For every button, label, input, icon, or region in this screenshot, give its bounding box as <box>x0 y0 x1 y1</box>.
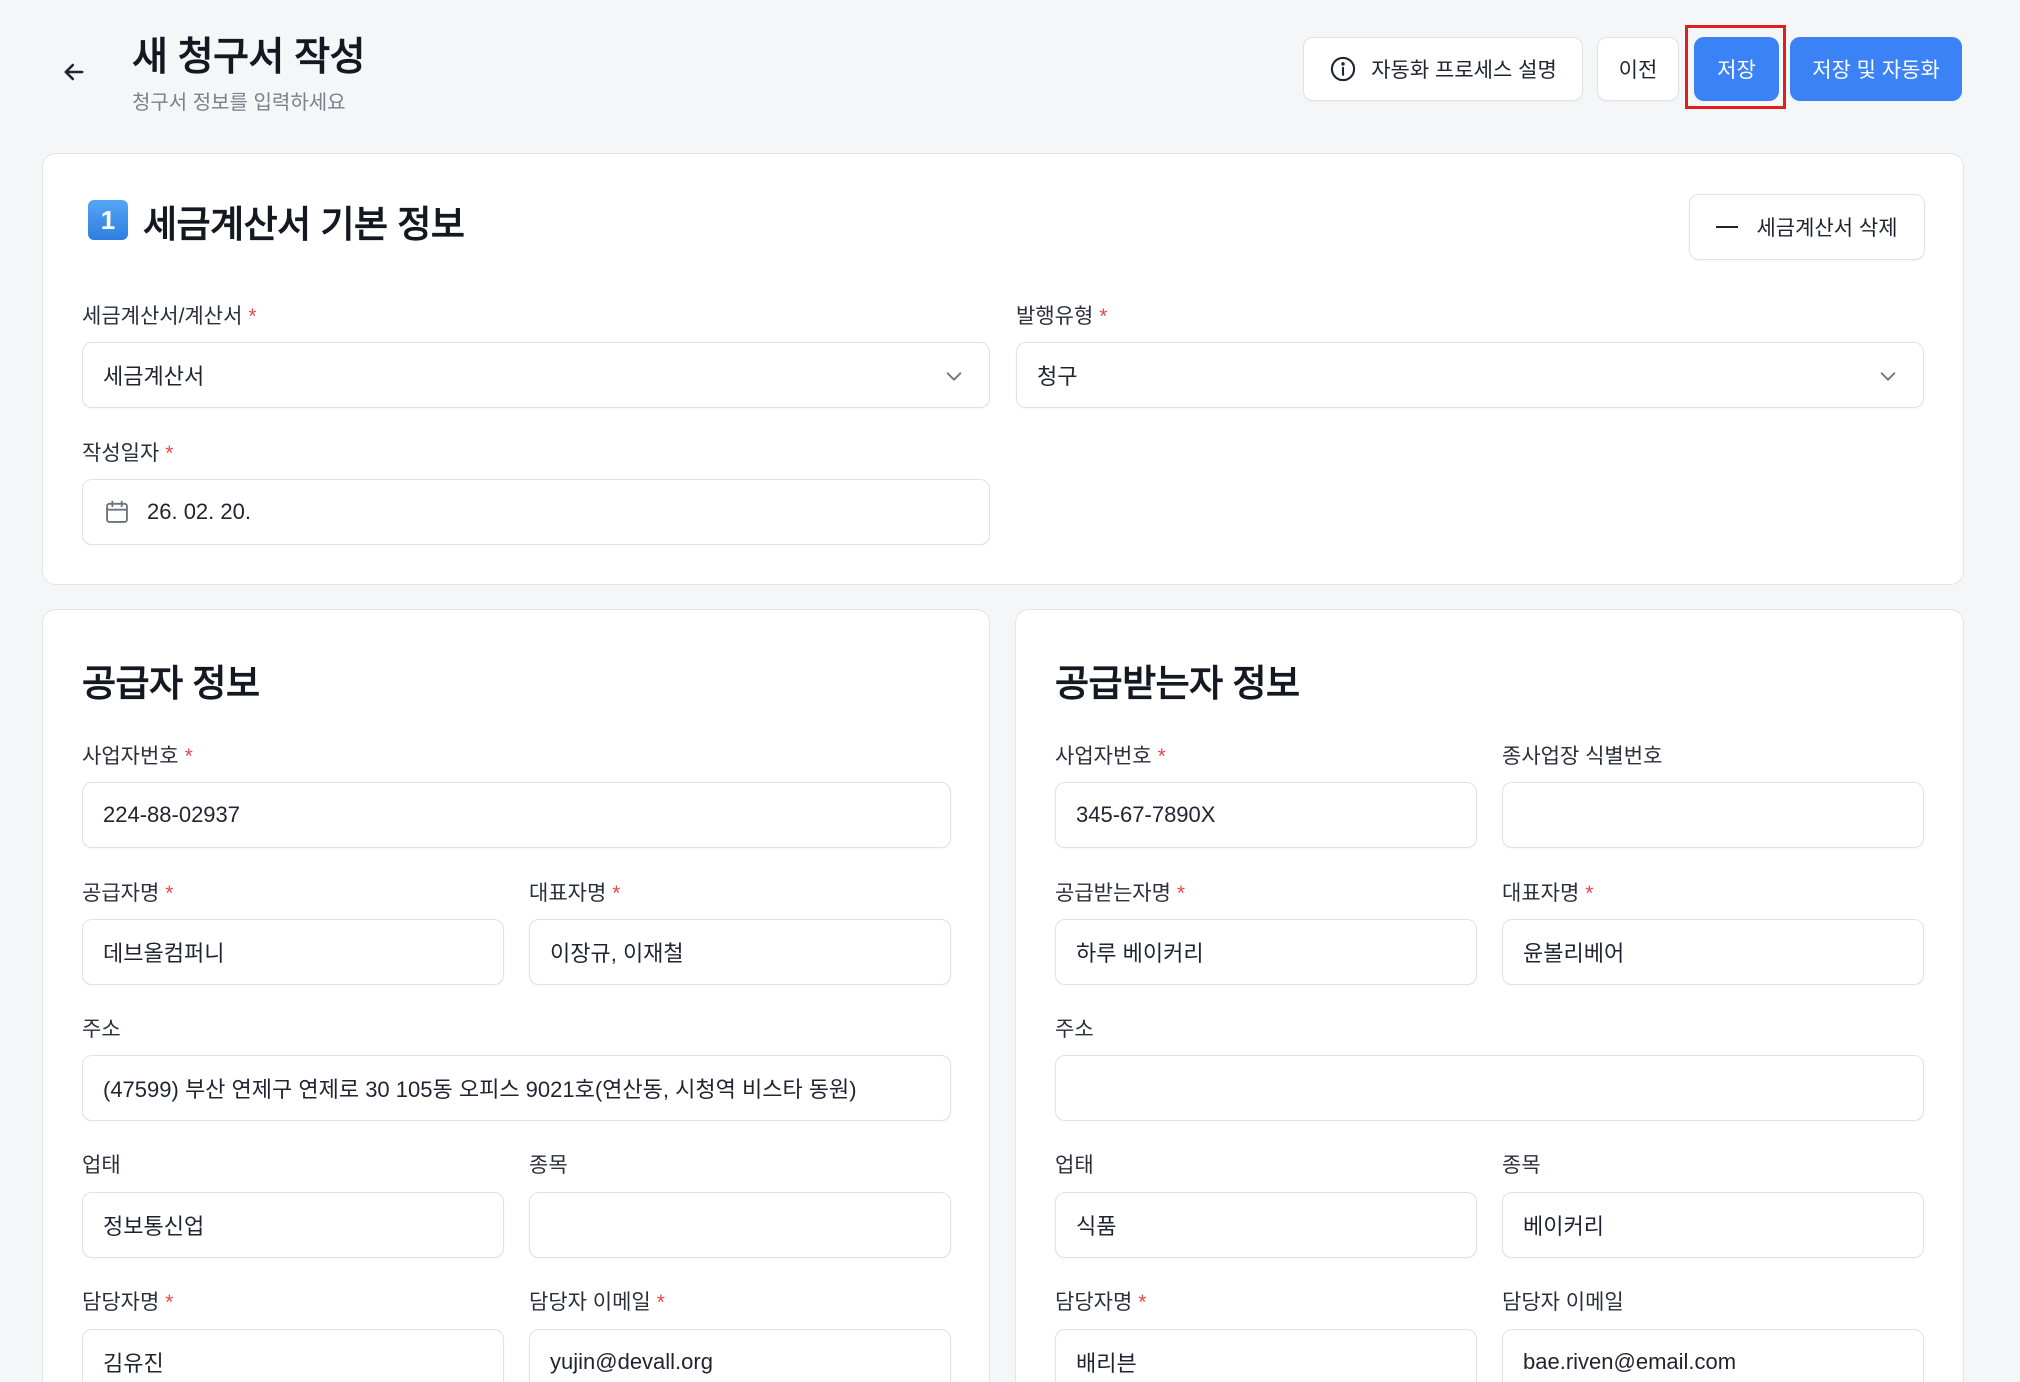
supplier-biztype-value: 정보통신업 <box>103 1214 205 1239</box>
buyer-bizno-label: 사업자번호 * <box>1055 745 1166 768</box>
section-number-badge: 1 <box>88 200 128 240</box>
invoice-type-label: 세금계산서/계산서 * <box>82 305 257 328</box>
info-circle-icon <box>1331 56 1356 82</box>
save-and-automate-button[interactable]: 저장 및 자동화 <box>1790 37 1962 101</box>
supplier-card: 공급자 정보 사업자번호 * 224-88-02937 공급자명 * 데브올컴퍼니 … <box>42 609 990 1382</box>
page-title: 새 청구서 작성 <box>132 36 365 79</box>
buyer-name-label: 공급받는자명 * <box>1055 882 1186 905</box>
supplier-address-input[interactable]: (47599) 부산 연제구 연제로 30 105동 오피스 9021호(연산동… <box>82 1055 951 1121</box>
invoice-type-select[interactable]: 세금계산서 <box>82 342 990 408</box>
buyer-email-label: 담당자 이메일 <box>1502 1291 1624 1314</box>
supplier-bizno-label: 사업자번호 * <box>82 745 193 768</box>
basic-info-title: 세금계산서 기본 정보 <box>143 204 465 245</box>
process-help-label: 자동화 프로세스 설명 <box>1371 59 1557 82</box>
date-input[interactable]: 26. 02. 20. <box>82 479 990 545</box>
supplier-biztype-input[interactable]: 정보통신업 <box>82 1192 504 1258</box>
buyer-address-input[interactable] <box>1055 1055 1924 1121</box>
supplier-ceo-label: 대표자명 * <box>529 882 621 905</box>
prev-label: 이전 <box>1618 59 1658 82</box>
supplier-item-input[interactable] <box>529 1192 951 1258</box>
buyer-card: 공급받는자 정보 사업자번호 * 345-67-7890X 종사업장 식별번호 공… <box>1015 609 1964 1382</box>
buyer-biztype-label: 업태 <box>1055 1154 1094 1177</box>
page-header: 새 청구서 작성 청구서 정보를 입력하세요 자동화 프로세스 설명 이전 저장… <box>0 0 2020 140</box>
invoice-page: 새 청구서 작성 청구서 정보를 입력하세요 자동화 프로세스 설명 이전 저장… <box>0 0 2020 1382</box>
supplier-title: 공급자 정보 <box>82 663 260 704</box>
save-button[interactable]: 저장 <box>1694 37 1779 101</box>
buyer-manager-label: 담당자명 * <box>1055 1291 1147 1314</box>
supplier-manager-input[interactable]: 김유진 <box>82 1329 504 1382</box>
supplier-item-label: 종목 <box>529 1154 568 1177</box>
page-subtitle: 청구서 정보를 입력하세요 <box>132 92 346 114</box>
supplier-ceo-input[interactable]: 이장규, 이재철 <box>529 919 951 985</box>
buyer-address-label: 주소 <box>1055 1018 1094 1041</box>
invoice-type-value: 세금계산서 <box>103 364 205 389</box>
buyer-biztype-value: 식품 <box>1076 1214 1117 1239</box>
buyer-email-value: bae.riven@email.com <box>1523 1349 1737 1374</box>
supplier-bizno-value: 224-88-02937 <box>103 802 241 827</box>
supplier-email-input[interactable]: yujin@devall.org <box>529 1329 951 1382</box>
buyer-title: 공급받는자 정보 <box>1055 663 1300 704</box>
delete-invoice-label: 세금계산서 삭제 <box>1756 217 1898 240</box>
chevron-down-icon <box>946 372 962 381</box>
supplier-address-value: (47599) 부산 연제구 연제로 30 105동 오피스 9021호(연산동… <box>103 1077 857 1102</box>
supplier-bizno-input[interactable]: 224-88-02937 <box>82 782 951 848</box>
buyer-email-input[interactable]: bae.riven@email.com <box>1502 1329 1924 1382</box>
issue-type-label: 발행유형 * <box>1016 305 1108 328</box>
supplier-name-value: 데브올컴퍼니 <box>103 941 225 966</box>
buyer-manager-value: 배리븐 <box>1076 1351 1137 1376</box>
buyer-ceo-label: 대표자명 * <box>1502 882 1594 905</box>
date-value: 26. 02. 20. <box>147 499 251 524</box>
supplier-manager-label: 담당자명 * <box>82 1291 174 1314</box>
basic-info-card: 1 세금계산서 기본 정보 세금계산서 삭제 세금계산서/계산서 * 세금계산서 … <box>42 153 1964 585</box>
supplier-name-label: 공급자명 * <box>82 882 174 905</box>
supplier-ceo-value: 이장규, 이재철 <box>550 941 684 966</box>
buyer-name-input[interactable]: 하루 베이커리 <box>1055 919 1477 985</box>
buyer-item-label: 종목 <box>1502 1154 1541 1177</box>
buyer-biztype-input[interactable]: 식품 <box>1055 1192 1477 1258</box>
buyer-item-input[interactable]: 베이커리 <box>1502 1192 1924 1258</box>
save-label: 저장 <box>1717 59 1756 82</box>
buyer-branch-label: 종사업장 식별번호 <box>1502 745 1663 768</box>
save-and-automate-label: 저장 및 자동화 <box>1812 59 1940 82</box>
buyer-ceo-value: 윤볼리베어 <box>1523 941 1625 966</box>
supplier-address-label: 주소 <box>82 1018 121 1041</box>
supplier-biztype-label: 업태 <box>82 1154 121 1177</box>
supplier-email-value: yujin@devall.org <box>550 1349 713 1374</box>
back-button[interactable] <box>52 50 96 94</box>
delete-invoice-button[interactable]: 세금계산서 삭제 <box>1689 194 1925 260</box>
buyer-bizno-value: 345-67-7890X <box>1076 802 1216 827</box>
calendar-icon <box>103 498 131 526</box>
issue-type-select[interactable]: 청구 <box>1016 342 1924 408</box>
arrow-left-icon <box>64 63 84 81</box>
buyer-bizno-input[interactable]: 345-67-7890X <box>1055 782 1477 848</box>
buyer-item-value: 베이커리 <box>1523 1214 1604 1239</box>
prev-button[interactable]: 이전 <box>1597 37 1679 101</box>
supplier-email-label: 담당자 이메일 * <box>529 1291 665 1314</box>
supplier-manager-value: 김유진 <box>103 1351 164 1376</box>
issue-type-value: 청구 <box>1037 364 1078 389</box>
buyer-ceo-input[interactable]: 윤볼리베어 <box>1502 919 1924 985</box>
buyer-name-value: 하루 베이커리 <box>1076 941 1204 966</box>
process-help-button[interactable]: 자동화 프로세스 설명 <box>1303 37 1583 101</box>
minus-icon <box>1716 225 1739 229</box>
supplier-name-input[interactable]: 데브올컴퍼니 <box>82 919 504 985</box>
chevron-down-icon <box>1880 372 1896 381</box>
buyer-branch-input[interactable] <box>1502 782 1924 848</box>
buyer-manager-input[interactable]: 배리븐 <box>1055 1329 1477 1382</box>
date-label: 작성일자 * <box>82 442 174 465</box>
